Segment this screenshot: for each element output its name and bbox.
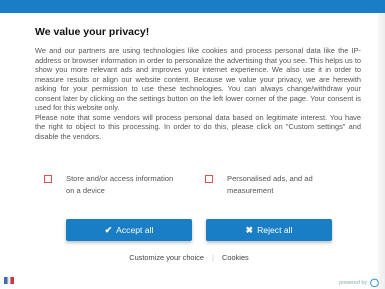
link-separator: | [212, 253, 214, 262]
accept-all-label: Accept all [116, 225, 154, 235]
consent-logo-icon: ◯ [370, 278, 379, 287]
personalised-ads-checkbox[interactable] [205, 175, 213, 183]
body-paragraph-2: Please note that some vendors will proce… [35, 112, 361, 141]
flag-icon[interactable] [4, 277, 14, 284]
cookies-link[interactable]: Cookies [222, 253, 249, 262]
powered-by-text: powered by [339, 279, 368, 286]
body-paragraph-1: We and our partners are using technologi… [35, 46, 361, 112]
reject-all-label: Reject all [257, 225, 293, 235]
accept-all-button[interactable]: ✔ Accept all [66, 219, 192, 241]
x-icon: ✖ [245, 224, 254, 235]
dialog-body: We and our partners are using technologi… [35, 46, 361, 141]
storage-checkbox-label[interactable]: Store and/or access information on a dev… [66, 173, 176, 197]
consent-option-storage[interactable]: Store and/or access information on a dev… [44, 174, 176, 197]
check-icon: ✔ [104, 224, 113, 235]
powered-by: powered by ◯ [339, 278, 379, 287]
personalised-ads-checkbox-label[interactable]: Personalised ads, and ad measurement [227, 173, 327, 197]
consent-option-personalised-ads[interactable]: Personalised ads, and ad measurement [205, 174, 327, 197]
customize-choice-link[interactable]: Customize your choice [129, 253, 204, 262]
dialog-title: We value your privacy! [35, 26, 150, 38]
reject-all-button[interactable]: ✖ Reject all [206, 219, 332, 241]
footer-links: Customize your choice | Cookies [0, 253, 378, 262]
top-bar [0, 0, 385, 13]
storage-checkbox[interactable] [44, 175, 52, 183]
